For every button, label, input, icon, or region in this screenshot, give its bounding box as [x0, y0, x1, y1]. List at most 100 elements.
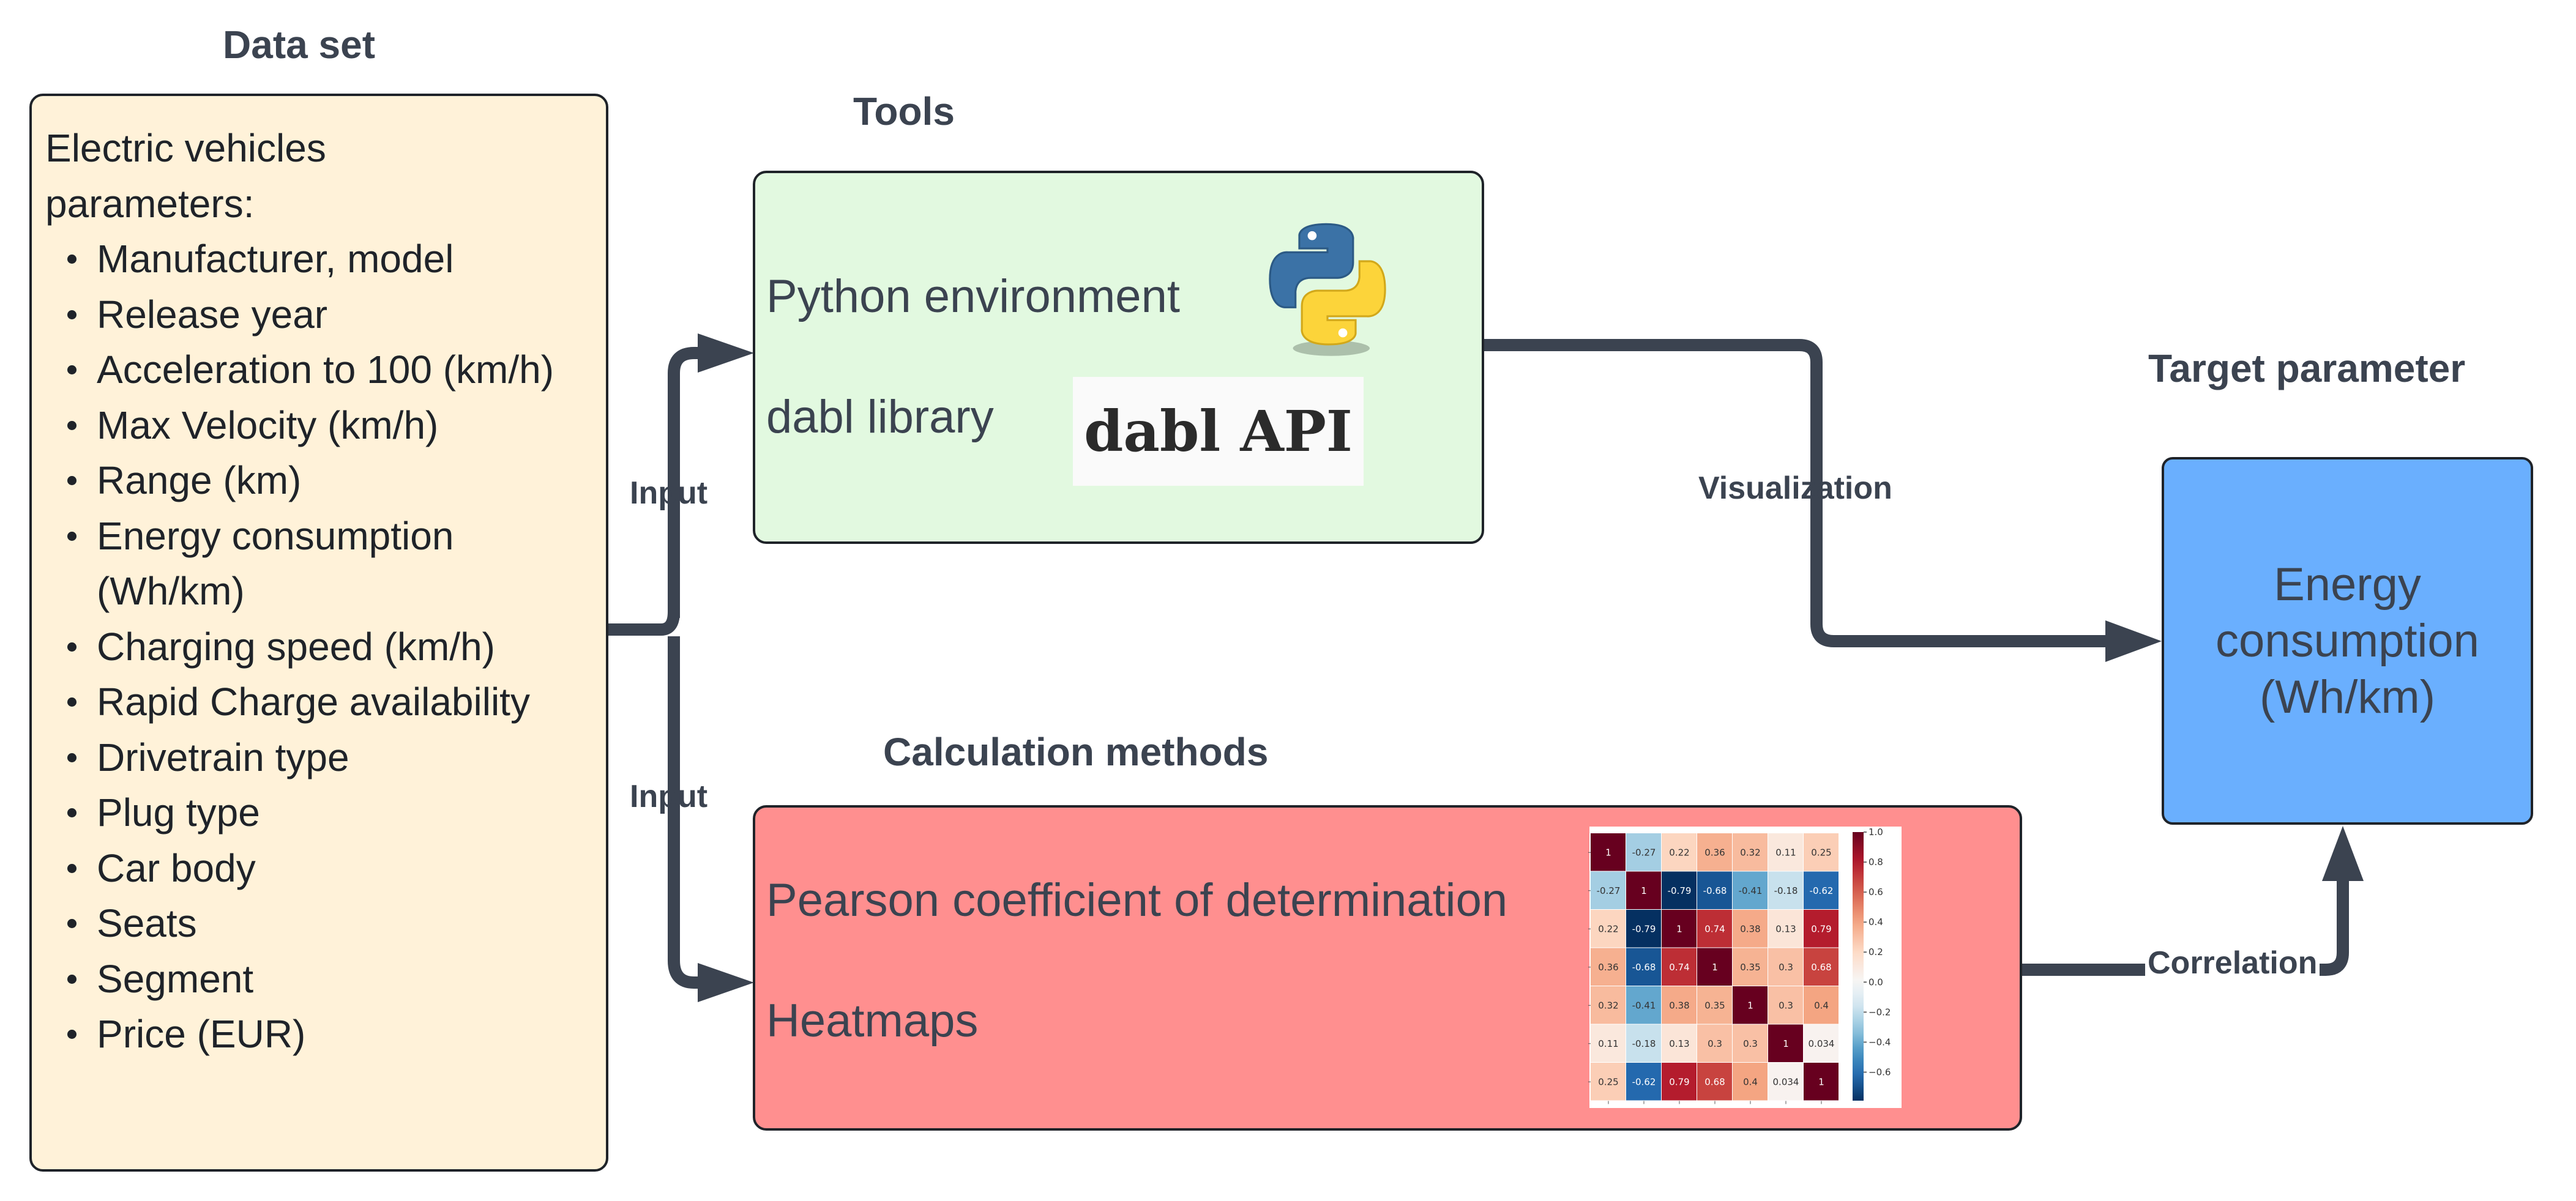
heatmap-cell-label: 0.79	[1811, 923, 1831, 934]
heatmap-cell-label: 0.74	[1704, 923, 1725, 934]
heatmap-cell-label: -0.18	[1774, 885, 1798, 896]
heatmap-cell-label: -0.79	[1668, 885, 1692, 896]
input-label-top: Input	[630, 475, 708, 511]
dabl-api-logo: dabl API	[1073, 377, 1364, 486]
heatmap-cell-label: 0.25	[1598, 1076, 1618, 1087]
heatmap-cell-label: 1	[1712, 962, 1718, 973]
dabl-library-label: dabl library	[766, 391, 994, 443]
dataset-parameter-item: Drivetrain type	[67, 730, 594, 786]
dataset-parameter-item: Acceleration to 100 (km/h)	[67, 342, 594, 398]
heatmap-cell-label: 0.32	[1740, 847, 1760, 858]
heatmap-cell-label: 0.36	[1704, 847, 1725, 858]
colorbar-tick-label: 0.8	[1869, 857, 1883, 868]
heatmap-cell-label: -0.27	[1632, 847, 1656, 858]
dataset-to-brace-line	[608, 611, 680, 636]
heatmap-cell-label: 0.68	[1811, 962, 1831, 973]
dataset-parameter-list: Manufacturer, model Release year Accelerat…	[45, 231, 594, 1062]
colorbar-tick-label: 0.0	[1869, 976, 1883, 987]
heatmap-cell-label: 1	[1605, 847, 1611, 858]
heatmap-cell-label: 0.3	[1779, 962, 1793, 973]
colorbar-tick-label: −0.2	[1869, 1006, 1891, 1017]
heatmap-cell-label: 0.3	[1708, 1038, 1722, 1049]
target-line-2: consumption	[2216, 614, 2479, 667]
heatmap-cell-label: 1	[1783, 1038, 1789, 1049]
heatmap-cell-label: 0.4	[1743, 1076, 1758, 1087]
target-title: Target parameter	[2148, 346, 2466, 390]
heatmap-cell-label: 0.13	[1669, 1038, 1689, 1049]
colorbar-tick-label: 1.0	[1869, 827, 1883, 838]
dataset-box: Electric vehicles parameters: Manufactur…	[29, 94, 608, 1172]
arrowhead-to-calc	[698, 963, 754, 1002]
heatmap-cell-label: 0.22	[1669, 847, 1689, 858]
heatmap-cell-label: 0.034	[1809, 1038, 1835, 1049]
dataset-parameter-item: Car body	[67, 841, 594, 896]
heatmap-cell-label: 0.034	[1773, 1076, 1799, 1087]
dataset-parameter-item: Rapid Charge availability	[67, 674, 594, 730]
dataset-parameter-item: Charging speed (km/h)	[67, 619, 594, 675]
heatmap-cell-label: -0.68	[1632, 962, 1656, 973]
heatmap-cell-label: 0.36	[1598, 962, 1618, 973]
correlation-label: Correlation	[2145, 945, 2320, 981]
colorbar-tick-label: −0.6	[1869, 1066, 1891, 1077]
heatmap-cell-label: 0.38	[1669, 1000, 1689, 1011]
heatmap-cell-label: -0.41	[1632, 1000, 1656, 1011]
colorbar-tick-label: −0.4	[1869, 1036, 1891, 1047]
heatmap-cell-label: 0.3	[1743, 1038, 1758, 1049]
heatmap-cell-label: 0.3	[1779, 1000, 1793, 1011]
colorbar	[1853, 832, 1864, 1101]
heatmap-cell-label: -0.27	[1597, 885, 1621, 896]
heatmap-cell-label: 0.11	[1598, 1038, 1618, 1049]
dataset-parameter-item: Range (km)	[67, 453, 594, 508]
heatmap-cell-label: -0.18	[1632, 1038, 1656, 1049]
calc-title: Calculation methods	[883, 730, 1269, 774]
colorbar-tick-label: 0.4	[1869, 917, 1883, 928]
heatmap-cell-label: 0.32	[1598, 1000, 1618, 1011]
heatmap-cell-label: 0.4	[1814, 1000, 1829, 1011]
dataset-parameter-item: Release year	[67, 287, 594, 343]
heatmap-cell-label: -0.41	[1739, 885, 1763, 896]
heatmap-cell-label: 0.38	[1740, 923, 1760, 934]
heatmap-cell-label: 1	[1641, 885, 1647, 896]
dataset-parameter-item: Segment	[67, 951, 594, 1007]
dataset-parameter-item: Seats	[67, 896, 594, 951]
pearson-coefficient-label: Pearson coefficient of determination	[766, 874, 1508, 926]
python-environment-label: Python environment	[766, 270, 1180, 322]
heatmap-cell-label: 0.35	[1704, 1000, 1725, 1011]
python-logo-icon	[1269, 223, 1386, 356]
dataset-parameter-item: Energy consumption (Wh/km)	[67, 508, 594, 619]
heatmap-cell-label: -0.62	[1810, 885, 1834, 896]
heatmap-cell-label: 0.25	[1811, 847, 1831, 858]
colorbar-tick-label: 0.2	[1869, 946, 1883, 957]
heatmap-cell-label: 0.74	[1669, 962, 1689, 973]
arrowhead-up-to-target	[2322, 826, 2364, 881]
colorbar-tick-label: 0.6	[1869, 887, 1883, 898]
dataset-heading: Electric vehicles parameters:	[45, 126, 326, 226]
input-label-bottom: Input	[630, 779, 708, 814]
heatmap-cell-label: 1	[1676, 923, 1682, 934]
target-line-3: (Wh/km)	[2259, 671, 2436, 723]
visualization-label: Visualization	[1698, 470, 1892, 506]
dataset-parameter-item: Price (EUR)	[67, 1006, 594, 1062]
heatmap-cell-label: 0.13	[1775, 923, 1796, 934]
heatmap-cell-label: 1	[1818, 1076, 1824, 1087]
heatmap-cell-label: 0.22	[1598, 923, 1618, 934]
tools-title: Tools	[853, 89, 955, 133]
dataset-parameter-item: Max Velocity (km/h)	[67, 398, 594, 453]
heatmap-cell-label: -0.68	[1703, 885, 1727, 896]
heatmap-cell-label: 0.35	[1740, 962, 1760, 973]
heatmap-cell-label: -0.62	[1632, 1076, 1656, 1087]
target-parameter-box: Energy consumption (Wh/km)	[2162, 457, 2533, 825]
dataset-title: Data set	[223, 23, 375, 67]
diagram-canvas: Data set Tools Target parameter Calculat…	[0, 0, 2576, 1201]
heatmap-cell-label: 0.68	[1704, 1076, 1725, 1087]
dataset-parameter-item: Plug type	[67, 785, 594, 841]
target-line-1: Energy	[2274, 558, 2421, 611]
arrowhead-to-target	[2105, 620, 2162, 662]
dataset-parameter-item: Manufacturer, model	[67, 231, 594, 287]
heatmaps-label: Heatmaps	[766, 995, 979, 1047]
heatmap-cell-label: -0.79	[1632, 923, 1656, 934]
arrowhead-to-tools	[698, 333, 754, 373]
heatmap-cell-label: 0.11	[1775, 847, 1796, 858]
heatmap-cell-label: 1	[1747, 1000, 1753, 1011]
heatmap-cell-label: 0.79	[1669, 1076, 1689, 1087]
